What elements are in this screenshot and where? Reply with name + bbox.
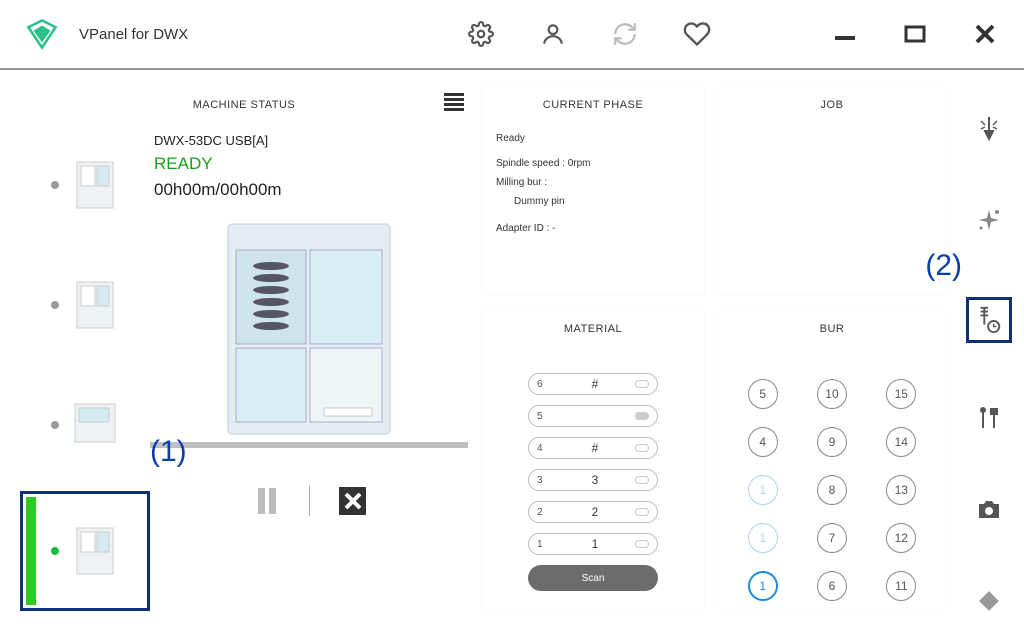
- bur-slot[interactable]: 11: [886, 571, 916, 601]
- material-index: 4: [537, 443, 555, 454]
- current-phase-card: CURRENT PHASE Ready Spindle speed : 0rpm…: [482, 85, 704, 295]
- divider: [309, 486, 310, 516]
- status-dot-icon: [51, 547, 59, 555]
- machine-slot-2[interactable]: [20, 245, 150, 365]
- bur-slot[interactable]: 6: [817, 571, 847, 601]
- camera-icon[interactable]: [974, 495, 1004, 524]
- bur-slot[interactable]: 1: [748, 571, 778, 601]
- status-dot-icon: [51, 301, 59, 309]
- stop-button[interactable]: [338, 487, 366, 515]
- mill-icon[interactable]: [974, 115, 1004, 144]
- bur-slot[interactable]: 1: [748, 523, 778, 553]
- machine-status-header: MACHINE STATUS: [20, 85, 468, 125]
- active-indicator: [26, 497, 36, 605]
- app-logo: [25, 17, 59, 51]
- bur-slot[interactable]: 13: [886, 475, 916, 505]
- progress-bar: [150, 442, 468, 448]
- material-row[interactable]: 3 3: [528, 469, 658, 491]
- phase-spindle: Spindle speed : 0rpm: [496, 154, 690, 173]
- right-sidebar: (2): [960, 85, 1018, 615]
- close-icon[interactable]: [971, 20, 999, 48]
- material-row[interactable]: 4 #: [528, 437, 658, 459]
- phase-bur: Milling bur :: [496, 173, 690, 192]
- scan-button[interactable]: Scan: [528, 565, 658, 591]
- status-dot-icon: [51, 421, 59, 429]
- material-card: MATERIAL 6 # 5 4 # 3 3 2: [482, 309, 704, 609]
- bur-slot[interactable]: 12: [886, 523, 916, 553]
- bur-card: BUR 5 10 15 4 9 14 1 8 13 1 7 12 1 6 11: [718, 309, 946, 609]
- material-index: 5: [537, 411, 555, 422]
- device-status: READY: [154, 154, 464, 174]
- material-row[interactable]: 2 2: [528, 501, 658, 523]
- device-time: 00h00m/00h00m: [154, 180, 464, 200]
- disc-icon: [635, 540, 649, 548]
- minimize-icon[interactable]: [831, 20, 859, 48]
- callout-1: (1): [150, 435, 187, 469]
- settings-icon[interactable]: [467, 20, 495, 48]
- phase-bur-value: Dummy pin: [496, 192, 690, 211]
- material-row[interactable]: 6 #: [528, 373, 658, 395]
- material-index: 3: [537, 475, 555, 486]
- device-panel: DWX-53DC USB[A] READY 00h00m/00h00m: [150, 125, 468, 615]
- material-value: 1: [555, 537, 635, 551]
- material-index: 6: [537, 379, 555, 390]
- disc-icon: [635, 476, 649, 484]
- bur-slot[interactable]: 14: [886, 427, 916, 457]
- bur-slot[interactable]: 1: [748, 475, 778, 505]
- bur-slot[interactable]: 15: [886, 379, 916, 409]
- machine-thumb-icon: [71, 398, 119, 452]
- bur-slot[interactable]: 7: [817, 523, 847, 553]
- disc-icon: [635, 508, 649, 516]
- sparkle-icon[interactable]: [974, 206, 1004, 235]
- disc-icon: [635, 444, 649, 452]
- bur-time-icon[interactable]: [966, 297, 1012, 343]
- material-row[interactable]: 1 1: [528, 533, 658, 555]
- device-image: [150, 220, 468, 438]
- bur-slot[interactable]: 5: [748, 379, 778, 409]
- main-area: MACHINE STATUS (1): [0, 70, 1024, 630]
- tools-icon[interactable]: [974, 405, 1004, 434]
- bur-slot[interactable]: 8: [817, 475, 847, 505]
- machine-thumb-icon: [71, 524, 119, 578]
- material-header: MATERIAL: [482, 309, 704, 349]
- disc-icon: [635, 412, 649, 420]
- machine-thumb-icon: [71, 158, 119, 212]
- heart-icon[interactable]: [683, 20, 711, 48]
- machine-list: (1): [20, 125, 150, 615]
- menu-icon[interactable]: [444, 93, 464, 116]
- material-index: 2: [537, 507, 555, 518]
- machine-slot-4-selected[interactable]: [20, 491, 150, 611]
- pause-button[interactable]: [253, 487, 281, 515]
- refresh-icon[interactable]: [611, 20, 639, 48]
- bur-slot[interactable]: 10: [817, 379, 847, 409]
- maximize-icon[interactable]: [901, 20, 929, 48]
- machine-slot-1[interactable]: [20, 125, 150, 245]
- disc-icon: [635, 380, 649, 388]
- machine-slot-3[interactable]: (1): [20, 365, 150, 485]
- callout-2: (2): [925, 249, 962, 283]
- phase-ready: Ready: [496, 129, 690, 148]
- phase-adapter: Adapter ID : -: [496, 219, 690, 238]
- current-phase-header: CURRENT PHASE: [482, 85, 704, 125]
- status-dot-icon: [51, 181, 59, 189]
- material-value: 2: [555, 505, 635, 519]
- machine-status-label: MACHINE STATUS: [193, 99, 296, 111]
- material-row[interactable]: 5: [528, 405, 658, 427]
- job-header: JOB: [718, 85, 946, 125]
- material-value: #: [555, 377, 635, 391]
- diamond-icon[interactable]: [974, 586, 1004, 615]
- bur-slot[interactable]: 9: [817, 427, 847, 457]
- user-icon[interactable]: [539, 20, 567, 48]
- bur-header: BUR: [718, 309, 946, 349]
- app-header: VPanel for DWX: [0, 0, 1024, 70]
- device-name: DWX-53DC USB[A]: [154, 133, 464, 148]
- machine-thumb-icon: [71, 278, 119, 332]
- material-index: 1: [537, 539, 555, 550]
- material-value: 3: [555, 473, 635, 487]
- bur-slot[interactable]: 4: [748, 427, 778, 457]
- app-title: VPanel for DWX: [79, 26, 188, 43]
- material-value: #: [555, 441, 635, 455]
- job-card: JOB: [718, 85, 946, 295]
